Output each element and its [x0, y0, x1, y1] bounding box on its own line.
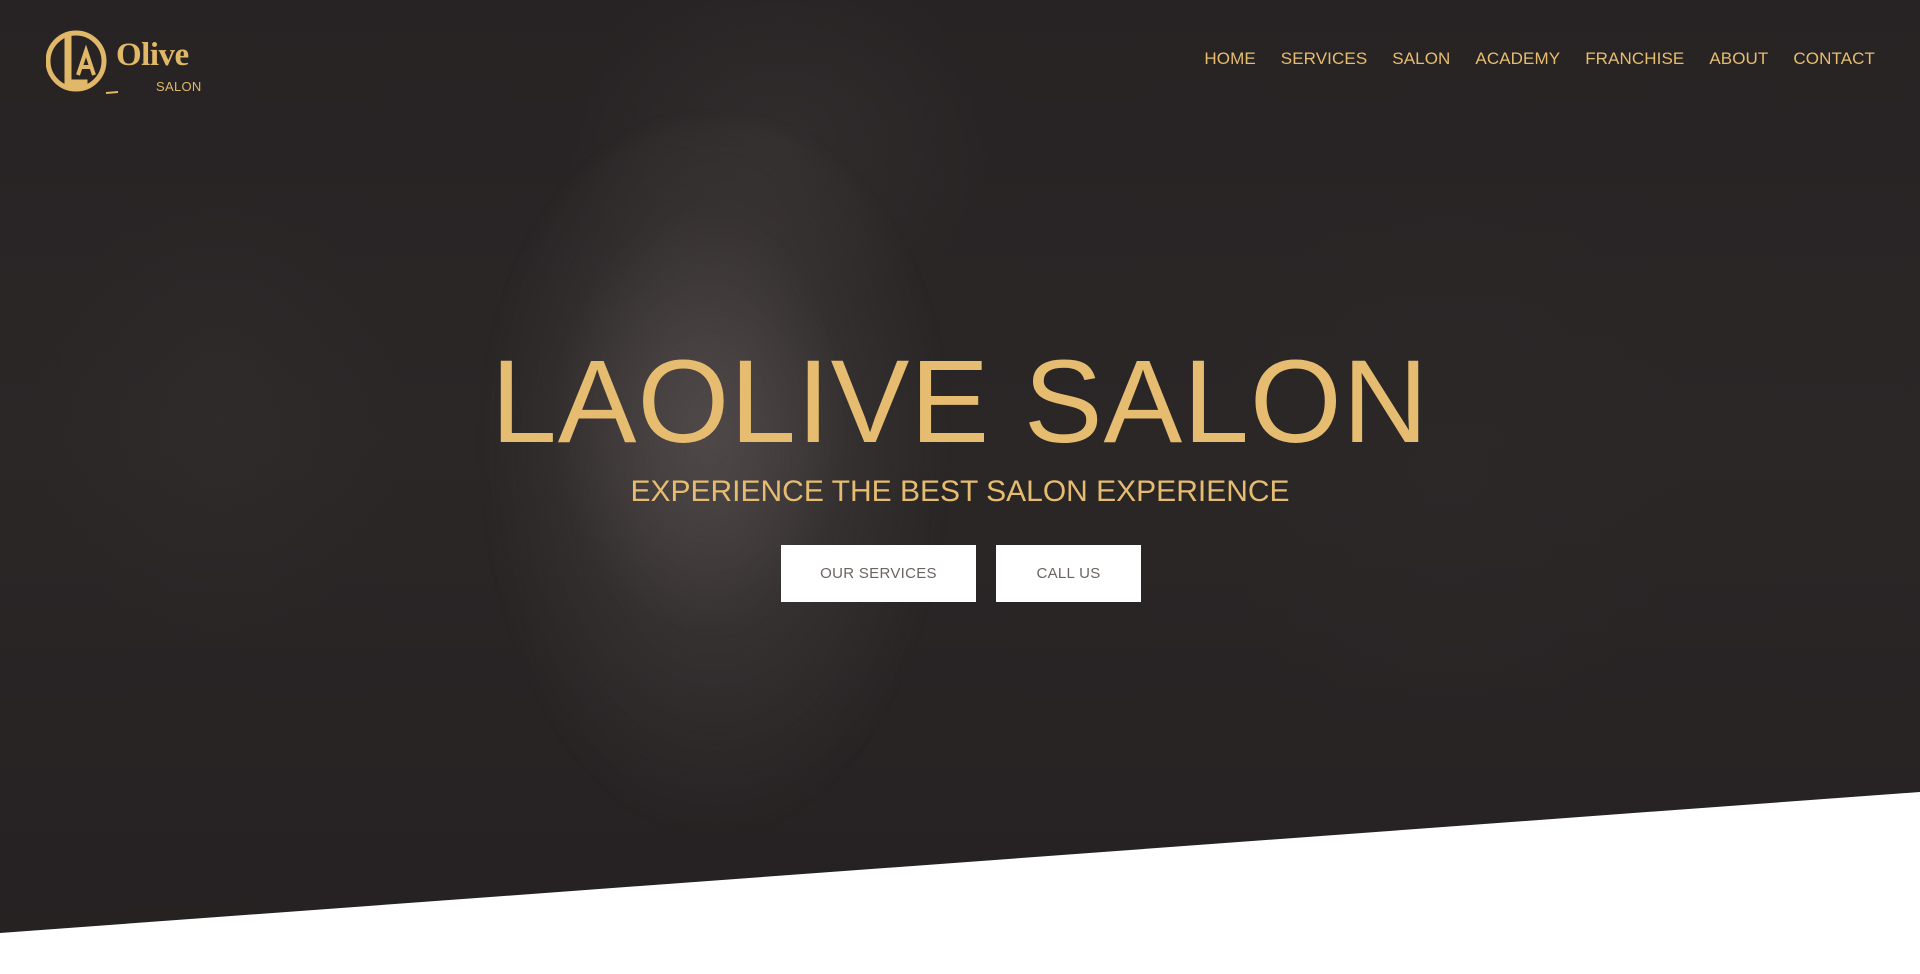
- hero-title: LAOLIVE SALON: [491, 336, 1429, 468]
- logo-subtitle: SALON: [156, 79, 202, 94]
- hero-subtitle: EXPERIENCE THE BEST SALON EXPERIENCE: [630, 475, 1290, 508]
- nav-franchise[interactable]: FRANCHISE: [1585, 47, 1684, 71]
- nav-academy[interactable]: ACADEMY: [1475, 47, 1560, 71]
- call-us-button[interactable]: CALL US: [996, 545, 1141, 602]
- page: Olive SALON HOME SERVICES SALON ACADEMY …: [0, 0, 1920, 974]
- nav-contact[interactable]: CONTACT: [1793, 47, 1875, 71]
- nav-home[interactable]: HOME: [1204, 47, 1255, 71]
- main-navigation: HOME SERVICES SALON ACADEMY FRANCHISE AB…: [1204, 47, 1875, 71]
- nav-services[interactable]: SERVICES: [1281, 47, 1367, 71]
- nav-salon[interactable]: SALON: [1392, 47, 1450, 71]
- logo-wordmark: Olive: [116, 37, 189, 73]
- logo-monogram-icon: [46, 30, 118, 94]
- site-logo[interactable]: Olive SALON: [46, 25, 206, 97]
- nav-about[interactable]: ABOUT: [1709, 47, 1768, 71]
- our-services-button[interactable]: OUR SERVICES: [781, 545, 976, 602]
